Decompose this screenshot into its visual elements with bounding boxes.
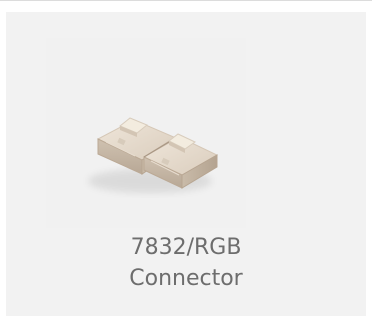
product-title[interactable]: 7832/RGB Connector	[0, 232, 372, 294]
product-title-line-1: 7832/RGB	[130, 235, 242, 260]
product-tile-page: 7832/RGB Connector	[0, 0, 372, 316]
product-title-line-2: Connector	[129, 266, 243, 291]
connector-image-svg	[88, 117, 219, 193]
top-divider	[0, 0, 372, 1]
connector-product-image[interactable]	[46, 38, 246, 228]
